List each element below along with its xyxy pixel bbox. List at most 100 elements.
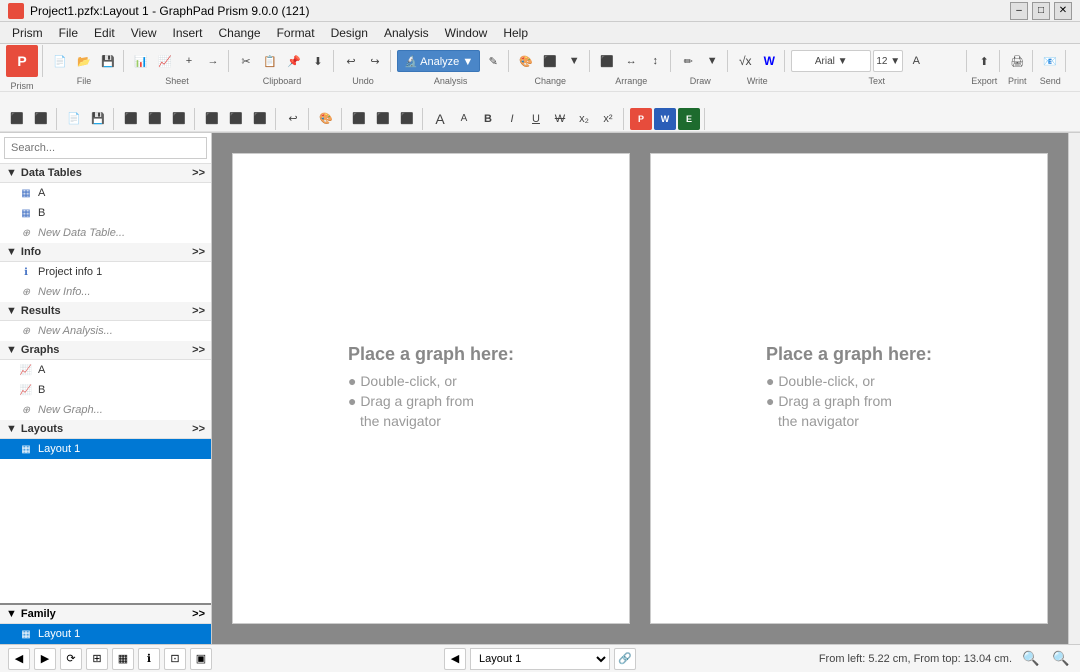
draw-btn-1[interactable]: ✏ [677, 50, 699, 72]
r2-strikethrough[interactable]: W [549, 108, 571, 130]
status-nav-forward[interactable]: ▶ [34, 648, 56, 670]
undo-button[interactable]: ↩ [340, 50, 362, 72]
r2-subscript[interactable]: x₂ [573, 108, 595, 130]
change-dropdown[interactable]: ▼ [563, 50, 585, 72]
menu-design[interactable]: Design [323, 24, 376, 42]
graph-placeholder-left[interactable]: Place a graph here: ● Double-click, or ●… [232, 153, 630, 624]
nav-item-graph-a[interactable]: 📈 A [0, 360, 211, 380]
r2-italic[interactable]: I [501, 108, 523, 130]
r2-excel-app[interactable]: E [678, 108, 700, 130]
menu-help[interactable]: Help [495, 24, 536, 42]
print-btn[interactable]: 🖨 [1006, 50, 1028, 72]
r2-align-3[interactable]: ⬛ [396, 108, 418, 130]
menu-format[interactable]: Format [269, 24, 323, 42]
r2-align-2[interactable]: ⬛ [372, 108, 394, 130]
r2-sheet-btn2[interactable]: ⬛ [144, 108, 166, 130]
write-word-btn[interactable]: W [758, 50, 780, 72]
r2-sheet-btn1[interactable]: ⬛ [120, 108, 142, 130]
r2-large-font[interactable]: A [429, 108, 451, 130]
nav-item-graph-b[interactable]: 📈 B [0, 380, 211, 400]
menu-view[interactable]: View [123, 24, 165, 42]
nav-item-dt-b[interactable]: ▦ B [0, 203, 211, 223]
r2-btn2[interactable]: ⬛ [30, 108, 52, 130]
nav-section-info[interactable]: ▼ Info >> [0, 243, 211, 262]
r2-word-app[interactable]: W [654, 108, 676, 130]
status-layout-prev[interactable]: ◀ [444, 648, 466, 670]
analyze-button[interactable]: 🔬 Analyze ▼ [397, 50, 480, 72]
nav-item-project-info[interactable]: ℹ Project info 1 [0, 262, 211, 282]
copy-button[interactable]: 📋 [259, 50, 281, 72]
change-btn-1[interactable]: 🎨 [515, 50, 537, 72]
close-button[interactable]: ✕ [1054, 2, 1072, 20]
status-layout-link[interactable]: 🔗 [614, 648, 636, 670]
nav-section-data-tables[interactable]: ▼ Data Tables >> [0, 164, 211, 183]
export-btn[interactable]: ⬆ [973, 50, 995, 72]
save-file-button[interactable]: 💾 [97, 50, 119, 72]
r2-file-btn1[interactable]: 📄 [63, 108, 85, 130]
layout-dropdown[interactable]: Layout 1 [470, 648, 610, 670]
r2-file-btn2[interactable]: 💾 [87, 108, 109, 130]
nav-section-layouts[interactable]: ▼ Layouts >> [0, 420, 211, 439]
sheet-btn-2[interactable]: 📈 [154, 50, 176, 72]
minimize-button[interactable]: – [1010, 2, 1028, 20]
open-file-button[interactable]: 📂 [73, 50, 95, 72]
nav-item-new-info[interactable]: ⊕ New Info... [0, 282, 211, 302]
nav-item-layout-1[interactable]: ▦ Layout 1 [0, 439, 211, 459]
nav-item-new-graph[interactable]: ⊕ New Graph... [0, 400, 211, 420]
r2-underline[interactable]: U [525, 108, 547, 130]
status-grid-btn[interactable]: ⊞ [86, 648, 108, 670]
font-size-btn[interactable]: 12 ▼ [873, 50, 903, 72]
vertical-scrollbar[interactable] [1068, 133, 1080, 644]
nav-item-dt-a[interactable]: ▦ A [0, 183, 211, 203]
status-table-btn[interactable]: ▦ [112, 648, 134, 670]
nav-item-new-data-table[interactable]: ⊕ New Data Table... [0, 223, 211, 243]
redo-button[interactable]: ↪ [364, 50, 386, 72]
font-color-btn[interactable]: A [905, 50, 927, 72]
nav-section-graphs[interactable]: ▼ Graphs >> [0, 341, 211, 360]
r2-small-font[interactable]: A [453, 108, 475, 130]
r2-clip-btn3[interactable]: ⬛ [249, 108, 271, 130]
menu-change[interactable]: Change [211, 24, 269, 42]
status-info-btn[interactable]: ℹ [138, 648, 160, 670]
sheet-btn-3[interactable]: + [178, 50, 200, 72]
menu-file[interactable]: File [51, 24, 86, 42]
menu-analysis[interactable]: Analysis [376, 24, 437, 42]
zoom-out-button[interactable]: 🔍 [1020, 648, 1042, 670]
arrange-btn-2[interactable]: ↔ [620, 50, 642, 72]
arrange-btn-1[interactable]: ⬛ [596, 50, 618, 72]
nav-family-layout-1[interactable]: ▦ Layout 1 [0, 624, 211, 644]
write-sqrt-btn[interactable]: √x [734, 50, 756, 72]
cut-button[interactable]: ✂ [235, 50, 257, 72]
r2-change-btn[interactable]: 🎨 [315, 108, 337, 130]
sheet-btn-4[interactable]: → [202, 50, 224, 72]
nav-section-results[interactable]: ▼ Results >> [0, 302, 211, 321]
r2-undo-btn[interactable]: ↩ [282, 108, 304, 130]
menu-window[interactable]: Window [437, 24, 496, 42]
r2-prism-app[interactable]: P [630, 108, 652, 130]
paste-button[interactable]: 📌 [283, 50, 305, 72]
r2-sheet-btn3[interactable]: ⬛ [168, 108, 190, 130]
graph-placeholder-right[interactable]: Place a graph here: ● Double-click, or ●… [650, 153, 1048, 624]
menu-prism[interactable]: Prism [4, 24, 51, 42]
maximize-button[interactable]: □ [1032, 2, 1050, 20]
font-name-btn[interactable]: Arial ▼ [791, 50, 871, 72]
r2-clip-btn2[interactable]: ⬛ [225, 108, 247, 130]
zoom-in-button[interactable]: 🔍 [1050, 648, 1072, 670]
analysis-edit-button[interactable]: ✎ [482, 50, 504, 72]
send-btn[interactable]: 📧 [1039, 50, 1061, 72]
r2-btn1[interactable]: ⬛ [6, 108, 28, 130]
change-btn-2[interactable]: ⬛ [539, 50, 561, 72]
r2-superscript[interactable]: x² [597, 108, 619, 130]
status-help-btn[interactable]: ▣ [190, 648, 212, 670]
prism-logo-button[interactable]: P [6, 45, 38, 77]
sheet-btn-1[interactable]: 📊 [130, 50, 152, 72]
draw-dropdown[interactable]: ▼ [701, 50, 723, 72]
nav-item-new-analysis[interactable]: ⊕ New Analysis... [0, 321, 211, 341]
r2-bold[interactable]: B [477, 108, 499, 130]
search-input[interactable] [4, 137, 207, 159]
new-file-button[interactable]: 📄 [49, 50, 71, 72]
r2-clip-btn1[interactable]: ⬛ [201, 108, 223, 130]
status-export-btn[interactable]: ⊡ [164, 648, 186, 670]
paste-options-button[interactable]: ⬇ [307, 50, 329, 72]
nav-family-header[interactable]: ▼ Family >> [0, 605, 211, 624]
